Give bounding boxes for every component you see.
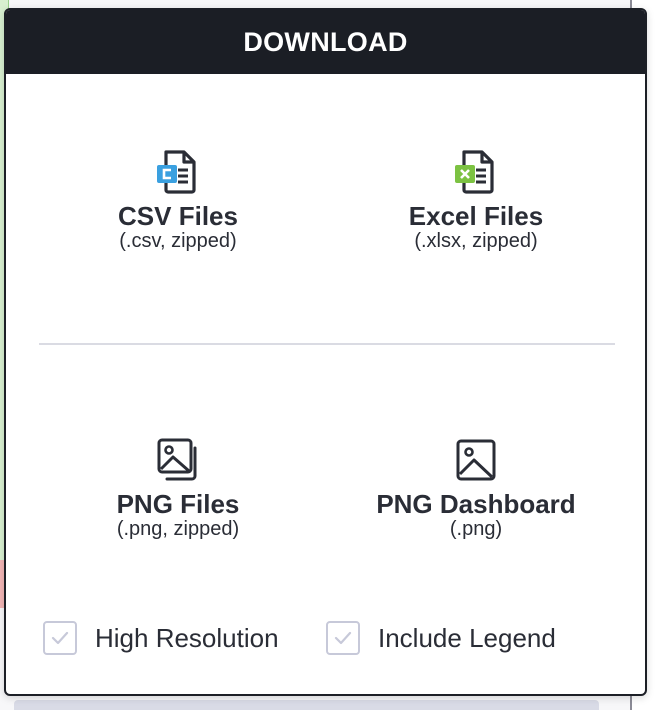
checkmark-icon [51,631,69,645]
include-legend-checkbox[interactable] [326,621,360,655]
png-files-option[interactable]: PNG Files (.png, zipped) [28,436,328,540]
high-resolution-checkbox[interactable] [43,621,77,655]
high-resolution-label: High Resolution [95,622,279,653]
option-subtitle: (.png) [449,518,503,540]
include-legend-label: Include Legend [378,622,556,653]
option-subtitle: (.csv, zipped) [119,230,237,252]
checkmark-icon [334,631,352,645]
option-subtitle: (.png, zipped) [116,518,240,540]
option-title: CSV Files [118,201,238,231]
high-resolution-checkbox-row[interactable]: High Resolution [43,621,279,655]
excel-file-icon [455,150,494,194]
excel-files-option[interactable]: Excel Files (.xlsx, zipped) [326,148,626,252]
section-divider [39,343,615,345]
page: DOWNLOAD CSV Files (.csv, zipped) Excel … [0,0,656,710]
dialog-header: DOWNLOAD [6,10,645,74]
image-stack-icon [157,438,197,481]
background-bottom-bar [14,700,599,710]
include-legend-checkbox-row[interactable]: Include Legend [326,621,556,655]
download-dialog: DOWNLOAD CSV Files (.csv, zipped) Excel … [4,8,647,696]
option-title: PNG Dashboard [376,489,576,519]
option-title: Excel Files [408,201,544,231]
dialog-title: DOWNLOAD [243,26,408,57]
option-title: PNG Files [116,489,240,519]
csv-file-icon [157,150,196,194]
image-icon [456,439,496,481]
png-dashboard-option[interactable]: PNG Dashboard (.png) [326,436,626,540]
csv-files-option[interactable]: CSV Files (.csv, zipped) [28,148,328,252]
option-subtitle: (.xlsx, zipped) [414,230,538,252]
